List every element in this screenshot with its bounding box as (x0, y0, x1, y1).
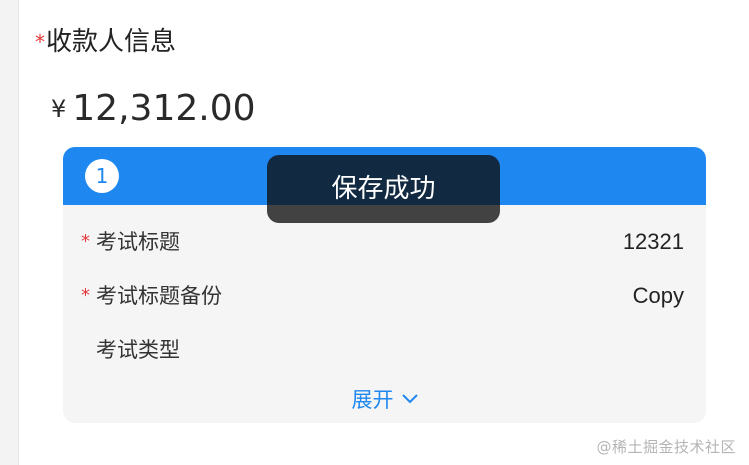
field-row-exam-type[interactable]: 考试类型 (63, 330, 706, 370)
index-badge: 1 (85, 159, 119, 193)
amount-value: 12,312.00 (72, 88, 256, 129)
watermark: @稀土掘金技术社区 (596, 438, 736, 456)
toast-message: 保存成功 (267, 155, 500, 223)
page: *收款人信息 ¥12,312.00 1 * 考试标题 12321 * 考试标题备… (18, 0, 749, 465)
required-mark: * (81, 285, 90, 306)
expand-label: 展开 (351, 388, 394, 412)
expand-button[interactable]: 展开 (63, 377, 706, 417)
chevron-down-icon (401, 377, 418, 417)
currency-symbol: ¥ (51, 95, 67, 123)
section-title-text: 收款人信息 (46, 27, 177, 57)
field-row-exam-title-backup[interactable]: * 考试标题备份 Copy (63, 276, 706, 316)
field-row-exam-title[interactable]: * 考试标题 12321 (63, 222, 706, 262)
amount-display: ¥12,312.00 (51, 85, 256, 139)
required-mark: * (35, 30, 45, 54)
field-label: 考试标题备份 (96, 284, 222, 308)
field-value: 12321 (622, 229, 684, 254)
required-mark: * (81, 231, 90, 252)
section-title: *收款人信息 (35, 22, 176, 62)
field-value: Copy (632, 283, 684, 308)
field-label: 考试类型 (96, 338, 180, 362)
field-label: 考试标题 (96, 230, 180, 254)
